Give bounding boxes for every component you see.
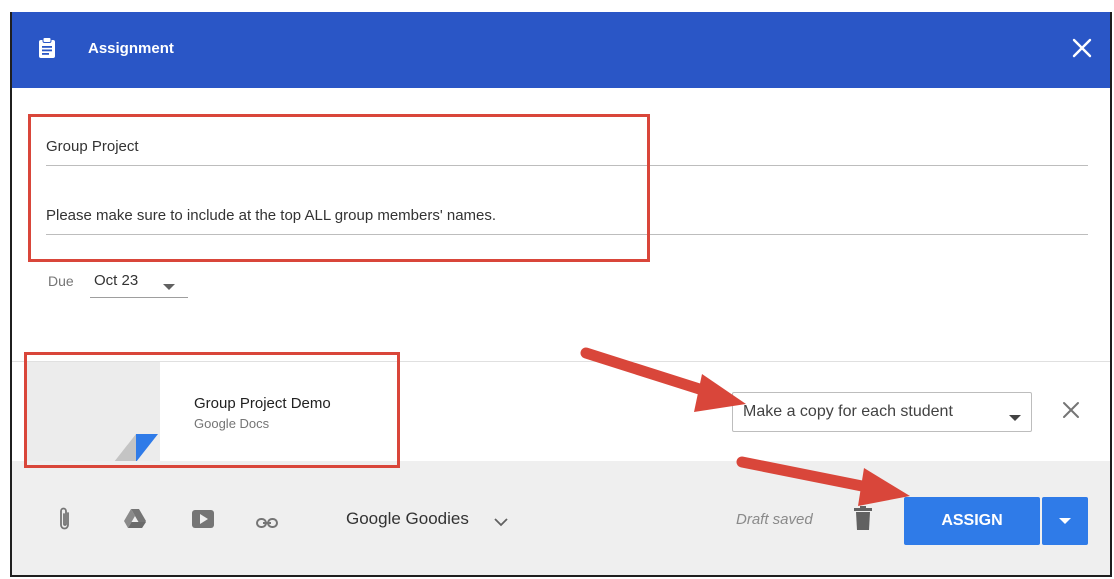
- youtube-icon[interactable]: [192, 509, 214, 534]
- caret-down-icon: [1059, 512, 1071, 530]
- google-goodies-menu[interactable]: Google Goodies: [346, 509, 469, 529]
- drive-icon[interactable]: [124, 509, 146, 534]
- annotation-box-title: [28, 114, 650, 262]
- chevron-down-icon[interactable]: [494, 514, 508, 532]
- share-option-label: Make a copy for each student: [743, 403, 953, 420]
- dialog-title: Assignment: [88, 40, 174, 57]
- share-option-select[interactable]: Make a copy for each student: [732, 392, 1032, 432]
- assign-button[interactable]: ASSIGN: [904, 497, 1040, 545]
- dialog-footer: Google Goodies Draft saved ASSIGN: [12, 461, 1110, 575]
- draft-status: Draft saved: [736, 511, 813, 528]
- annotation-box-attachment: [24, 352, 400, 468]
- trash-icon[interactable]: [854, 506, 872, 535]
- link-icon[interactable]: [256, 515, 278, 533]
- caret-down-icon: [1009, 409, 1021, 427]
- due-date-dropdown[interactable]: Oct 23: [94, 272, 138, 289]
- assign-options-button[interactable]: [1042, 497, 1088, 545]
- paperclip-icon[interactable]: [58, 506, 72, 537]
- caret-down-icon[interactable]: [163, 278, 175, 296]
- due-underline: [90, 297, 188, 298]
- close-icon[interactable]: [1072, 38, 1092, 63]
- clipboard-icon: [38, 37, 56, 64]
- remove-attachment-icon[interactable]: [1062, 401, 1080, 424]
- due-label: Due: [48, 273, 74, 289]
- assignment-dialog: Assignment Group Project Please make sur…: [10, 12, 1112, 577]
- dialog-header: Assignment: [12, 12, 1110, 88]
